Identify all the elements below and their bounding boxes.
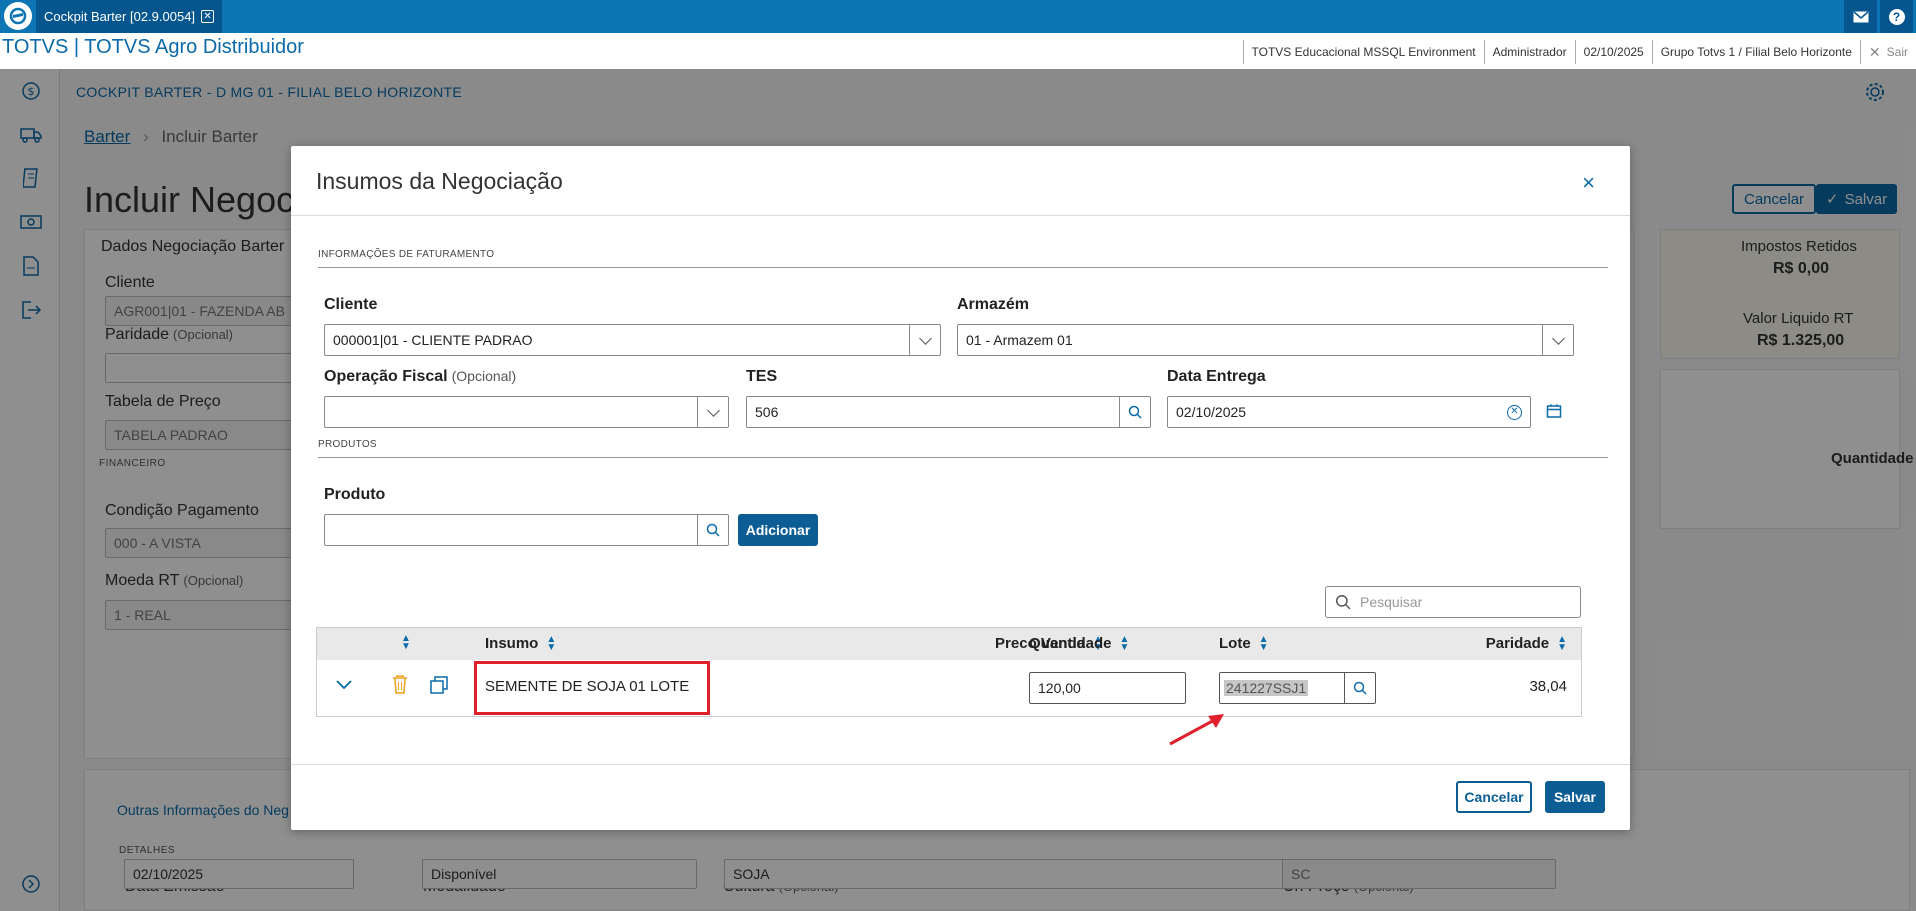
modal-title: Insumos da Negociação: [316, 168, 563, 194]
col-quantidade[interactable]: Quantidade ▲ ▼: [1029, 633, 1130, 653]
paridade-cell: 38,04: [1529, 678, 1567, 695]
top-tab-bar: Cockpit Barter [02.9.0054] ✕ ?: [0, 0, 1916, 33]
sort-icon[interactable]: ▲ ▼: [401, 634, 411, 652]
close-icon: ✕: [1868, 43, 1881, 60]
divider: [318, 457, 1608, 458]
totvs-logo-icon: [4, 2, 32, 30]
lote-value: 241227SSJ1: [1224, 680, 1309, 696]
table-search-input[interactable]: Pesquisar: [1325, 586, 1581, 618]
close-icon[interactable]: ×: [1582, 170, 1595, 196]
expand-row-icon[interactable]: [335, 678, 353, 695]
logout-label: Sair: [1886, 45, 1908, 59]
entrega-label: Data Entrega: [1167, 368, 1266, 385]
sort-icon: ▲ ▼: [1119, 633, 1130, 653]
col-lote[interactable]: Lote ▲ ▼: [1219, 633, 1269, 653]
environment-label: TOTVS Educacional MSSQL Environment: [1242, 40, 1484, 64]
trash-icon[interactable]: [391, 674, 409, 698]
app-header: TOTVS | TOTVS Agro Distribuidor TOTVS Ed…: [0, 33, 1916, 69]
cliente-label: Cliente: [324, 296, 378, 313]
lote-input[interactable]: 241227SSJ1: [1219, 672, 1376, 704]
produto-field[interactable]: [324, 514, 729, 546]
entrega-value: 02/10/2025: [1176, 404, 1247, 420]
section-faturamento: INFORMAÇÕES DE FATURAMENTO: [318, 249, 495, 260]
chevron-down-icon[interactable]: [697, 397, 728, 427]
tab-label: Cockpit Barter [02.9.0054]: [44, 9, 196, 24]
chevron-down-icon[interactable]: [1542, 325, 1573, 355]
company-label: Grupo Totvs 1 / Filial Belo Horizonte: [1651, 40, 1860, 64]
date-label: 02/10/2025: [1574, 40, 1652, 64]
col-insumo[interactable]: Insumo ▲ ▼: [485, 633, 557, 653]
tab-close-icon[interactable]: ✕: [201, 10, 215, 23]
quantidade-input[interactable]: 120,00: [1029, 672, 1186, 704]
search-icon[interactable]: [1119, 397, 1150, 427]
modal-cancel-button[interactable]: Cancelar: [1456, 781, 1532, 813]
add-product-button[interactable]: Adicionar: [738, 514, 818, 546]
tab-cockpit-barter[interactable]: Cockpit Barter [02.9.0054] ✕: [36, 0, 223, 33]
table-header: ▲ ▼ Insumo ▲ ▼ Preco Venda ▲ ▼ Quantidade ▲ ▼ L…: [317, 628, 1581, 660]
divider: [291, 215, 1630, 216]
modal-save-button[interactable]: Salvar: [1545, 781, 1605, 813]
logout-button[interactable]: ✕ Sair: [1859, 40, 1916, 64]
sort-icon: ▲ ▼: [1557, 633, 1567, 653]
divider: [318, 267, 1608, 268]
tes-value: 506: [755, 404, 779, 420]
armazem-label: Armazém: [957, 296, 1030, 313]
clear-icon[interactable]: ✕: [1507, 405, 1522, 420]
section-produtos: PRODUTOS: [318, 439, 377, 450]
arrow-annotation: [1169, 714, 1224, 746]
armazem-value: 01 - Armazem 01: [966, 332, 1073, 348]
highlight-box: [474, 661, 710, 715]
col-paridade[interactable]: Paridade ▲ ▼: [1367, 633, 1567, 653]
search-icon[interactable]: [697, 515, 728, 545]
copy-icon[interactable]: [429, 675, 449, 699]
search-placeholder: Pesquisar: [1360, 594, 1423, 610]
sort-icon: ▲ ▼: [546, 633, 557, 653]
search-icon: [1335, 594, 1351, 610]
armazem-select[interactable]: 01 - Armazem 01: [957, 324, 1574, 356]
app-title: TOTVS | TOTVS Agro Distribuidor: [2, 36, 304, 58]
mail-icon[interactable]: [1844, 0, 1877, 33]
entrega-date-field[interactable]: 02/10/2025 ✕: [1167, 396, 1531, 428]
user-label: Administrador: [1483, 40, 1575, 64]
divider: [291, 764, 1630, 765]
tes-label: TES: [746, 368, 778, 385]
cliente-select[interactable]: 000001|01 - CLIENTE PADRAO: [324, 324, 941, 356]
help-icon[interactable]: ?: [1880, 0, 1913, 33]
operacao-label: Operação Fiscal (Opcional): [324, 368, 517, 385]
tes-field[interactable]: 506: [746, 396, 1151, 428]
operacao-select[interactable]: [324, 396, 729, 428]
calendar-icon[interactable]: [1546, 403, 1564, 421]
produto-label: Produto: [324, 486, 386, 503]
chevron-down-icon[interactable]: [909, 325, 940, 355]
sort-icon: ▲ ▼: [1258, 633, 1269, 653]
cliente-value: 000001|01 - CLIENTE PADRAO: [333, 332, 533, 348]
insumos-modal: Insumos da Negociação × INFORMAÇÕES DE F…: [291, 146, 1630, 830]
